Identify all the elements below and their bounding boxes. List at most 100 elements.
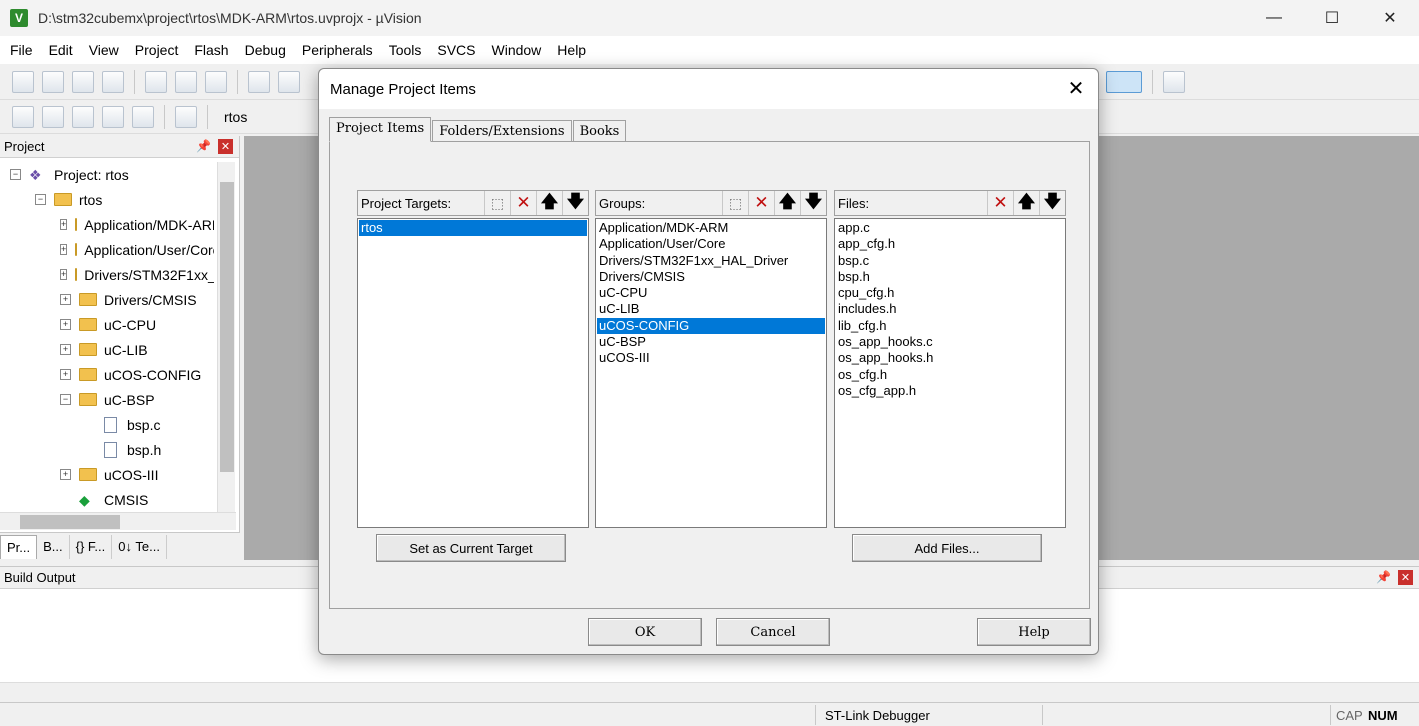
tab-project[interactable]: Pr... [0,534,38,559]
move-group-up-icon[interactable]: 🡅 [774,191,800,215]
tree-item[interactable]: bsp.c [0,412,214,437]
close-dialog-icon[interactable]: ✕ [1064,77,1088,101]
add-files-button[interactable]: Add Files... [852,534,1042,562]
close-panel-icon[interactable]: ✕ [1398,570,1413,585]
tab-templates[interactable]: 0↓ Te... [112,534,167,559]
file-list-item[interactable]: bsp.h [836,269,1064,285]
stop-build-icon[interactable] [132,105,154,128]
expand-icon[interactable]: + [60,469,71,480]
tree-item[interactable]: + Application/User/Core [0,237,214,262]
file-list-item[interactable]: includes.h [836,301,1064,317]
tree-item[interactable]: − rtos [0,187,214,212]
file-list-item[interactable]: lib_cfg.h [836,318,1064,334]
translate-icon[interactable] [12,105,34,128]
menu-debug[interactable]: Debug [237,42,294,58]
batch-build-icon[interactable] [102,105,124,128]
file-list-item[interactable]: app_cfg.h [836,236,1064,252]
new-file-icon[interactable] [12,70,34,93]
project-targets-list[interactable]: rtos [357,218,589,528]
expand-icon[interactable]: + [60,369,71,380]
undo-icon[interactable] [248,70,270,93]
file-list-item[interactable]: bsp.c [836,253,1064,269]
file-list-item[interactable]: os_app_hooks.c [836,334,1064,350]
tab-functions[interactable]: {} F... [70,534,113,559]
tree-vertical-scrollbar[interactable] [217,162,235,512]
close-window-button[interactable]: ✕ [1361,0,1419,36]
files-list[interactable]: app.c app_cfg.h bsp.c bsp.h cpu_cfg.h include… [834,218,1066,528]
maximize-button[interactable]: ☐ [1303,0,1361,36]
redo-icon[interactable] [278,70,300,93]
delete-file-icon[interactable]: ✕ [987,191,1013,215]
cut-icon[interactable] [145,70,167,93]
pin-icon[interactable]: 📌 [1376,570,1391,584]
tab-books[interactable]: B... [37,534,70,559]
collapse-icon[interactable]: − [10,169,21,180]
tree-item[interactable]: + Application/MDK-ARM [0,212,214,237]
copy-icon[interactable] [175,70,197,93]
tree-item[interactable]: + Drivers/STM32F1xx_HAL_Driver [0,262,214,287]
new-group-icon[interactable]: ⬚ [722,191,748,215]
group-list-item[interactable]: Drivers/CMSIS [597,269,825,285]
cancel-button[interactable]: Cancel [716,618,830,646]
menu-peripherals[interactable]: Peripherals [294,42,381,58]
tab-folders-extensions[interactable]: Folders/Extensions [432,120,572,142]
move-target-up-icon[interactable]: 🡅 [536,191,562,215]
group-list-item[interactable]: Drivers/STM32F1xx_HAL_Driver [597,253,825,269]
file-list-item[interactable]: cpu_cfg.h [836,285,1064,301]
expand-icon[interactable]: + [60,244,68,255]
menu-svcs[interactable]: SVCS [429,42,483,58]
expand-icon[interactable]: + [60,294,71,305]
file-list-item[interactable]: os_cfg_app.h [836,383,1064,399]
tree-item[interactable]: + uC-CPU [0,312,214,337]
file-list-item[interactable]: os_app_hooks.h [836,350,1064,366]
group-list-item[interactable]: Application/User/Core [597,236,825,252]
menu-help[interactable]: Help [549,42,594,58]
tree-item[interactable]: + Drivers/CMSIS [0,287,214,312]
target-list-item[interactable]: rtos [359,220,587,237]
tree-item[interactable]: − uC-BSP [0,387,214,412]
move-group-down-icon[interactable]: 🡇 [800,191,826,215]
group-list-item[interactable]: Application/MDK-ARM [597,220,825,236]
menu-view[interactable]: View [81,42,127,58]
move-file-up-icon[interactable]: 🡅 [1013,191,1039,215]
menu-edit[interactable]: Edit [41,42,81,58]
delete-target-icon[interactable]: ✕ [510,191,536,215]
save-all-icon[interactable] [102,70,124,93]
open-file-icon[interactable] [42,70,64,93]
expand-icon[interactable]: + [60,219,68,230]
tree-item[interactable]: + uCOS-III [0,462,214,487]
set-current-target-button[interactable]: Set as Current Target [376,534,566,562]
build-output-scrollbar[interactable] [0,682,1419,702]
minimize-button[interactable]: — [1245,0,1303,36]
move-target-down-icon[interactable]: 🡇 [562,191,588,215]
groups-list[interactable]: Application/MDK-ARM Application/User/Core… [595,218,827,528]
download-load-icon[interactable] [175,105,197,128]
pin-icon[interactable]: 📌 [196,139,211,153]
configure-wrench-icon[interactable] [1163,70,1185,93]
tree-horizontal-scrollbar[interactable] [0,512,236,530]
group-list-item[interactable]: uC-BSP [597,334,825,350]
group-list-item[interactable]: uC-CPU [597,285,825,301]
file-list-item[interactable]: app.c [836,220,1064,236]
help-button[interactable]: Help [977,618,1091,646]
menu-window[interactable]: Window [484,42,550,58]
tree-item[interactable]: + uCOS-CONFIG [0,362,214,387]
tree-item[interactable]: ◆ CMSIS [0,487,214,512]
paste-icon[interactable] [205,70,227,93]
build-icon[interactable] [42,105,64,128]
collapse-icon[interactable]: − [60,394,71,405]
tree-item[interactable]: bsp.h [0,437,214,462]
expand-icon[interactable]: + [60,344,71,355]
ok-button[interactable]: OK [588,618,702,646]
expand-icon[interactable]: + [60,269,68,280]
group-list-item[interactable]: uC-LIB [597,301,825,317]
file-list-item[interactable]: os_cfg.h [836,367,1064,383]
menu-file[interactable]: File [2,42,41,58]
move-file-down-icon[interactable]: 🡇 [1039,191,1065,215]
tab-books[interactable]: Books [572,120,627,142]
delete-group-icon[interactable]: ✕ [748,191,774,215]
collapse-icon[interactable]: − [35,194,46,205]
expand-icon[interactable]: + [60,319,71,330]
tree-item[interactable]: − ❖ Project: rtos [0,162,214,187]
window-layout-icon[interactable] [1106,70,1142,93]
